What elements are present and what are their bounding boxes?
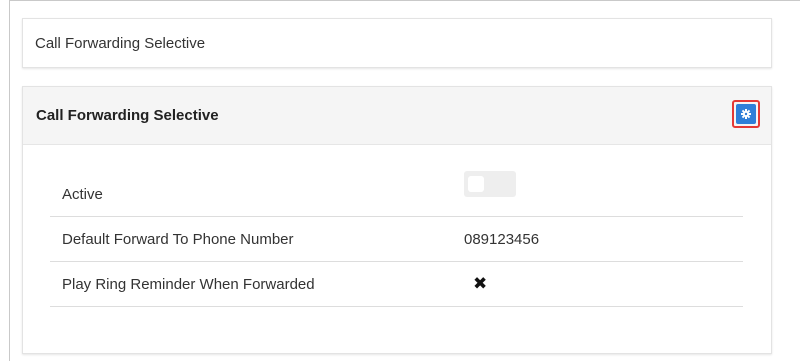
x-mark-icon: ✖ (473, 274, 488, 293)
gear-icon (741, 108, 751, 119)
setting-label: Play Ring Reminder When Forwarded (62, 275, 315, 293)
breadcrumb-label: Call Forwarding Selective (35, 34, 206, 52)
setting-label: Active (62, 185, 103, 203)
setting-value: 089123456 (464, 230, 540, 248)
active-toggle[interactable] (464, 171, 516, 197)
setting-value (464, 171, 743, 197)
setting-row-default-forward: Default Forward To Phone Number 08912345… (50, 217, 743, 262)
breadcrumb: Call Forwarding Selective (22, 18, 772, 68)
settings-button-highlight (732, 99, 760, 128)
setting-row-active: Active (50, 171, 743, 217)
settings-list: Active Default Forward To Phone Number 0… (50, 171, 743, 307)
panel-title: Call Forwarding Selective (36, 107, 219, 124)
settings-button[interactable] (736, 103, 756, 124)
call-forwarding-panel: Call Forwarding Selective Active Default… (22, 86, 772, 354)
setting-value: ✖ (464, 274, 743, 294)
toggle-knob (468, 176, 484, 192)
setting-label: Default Forward To Phone Number (62, 230, 294, 248)
panel-header: Call Forwarding Selective (23, 87, 771, 145)
setting-row-ring-reminder: Play Ring Reminder When Forwarded ✖ (50, 262, 743, 307)
